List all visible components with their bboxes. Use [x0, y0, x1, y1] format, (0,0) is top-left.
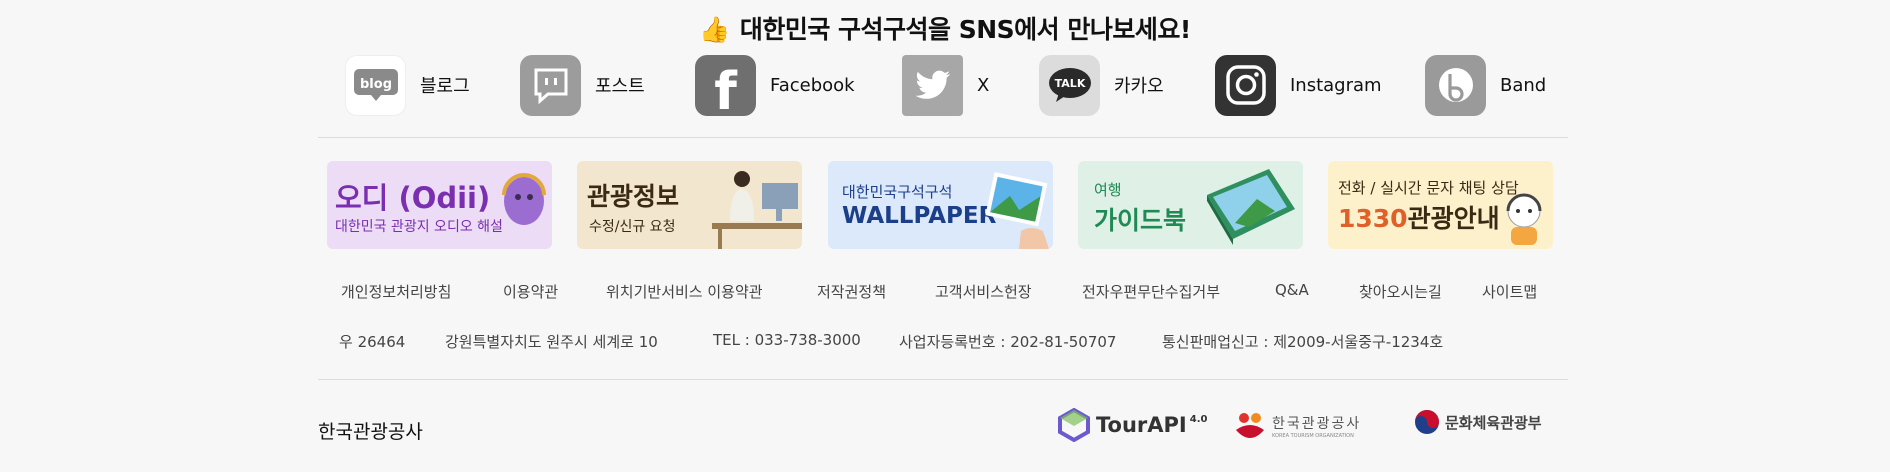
guidebook-illustration: [1207, 169, 1295, 245]
kto-emblem-icon: [1236, 413, 1264, 438]
banner-tour-info[interactable]: 관광정보 수정/신규 요청: [577, 161, 802, 249]
telephone: TEL : 033-738-3000: [713, 331, 861, 349]
link-directions[interactable]: 찾아오시는길: [1359, 281, 1442, 302]
banner-guidebook-subtitle: 가이드북: [1094, 206, 1187, 235]
post-icon: [520, 54, 581, 116]
desk-person-illustration: [712, 171, 802, 249]
link-email-refusal[interactable]: 전자우편무단수집거부: [1082, 281, 1220, 302]
banner-1330-label: 관광안내: [1407, 204, 1500, 233]
banner-guidebook-title: 여행: [1094, 181, 1122, 199]
postcode: 우 26464: [339, 333, 406, 351]
link-privacy[interactable]: 개인정보처리방침: [341, 281, 451, 302]
link-location-terms[interactable]: 위치기반서비스 이용약관: [606, 281, 763, 302]
kto-logo[interactable]: 한국관광공사 KOREA TOURISM ORGANIZATION: [1232, 408, 1361, 444]
wallpaper-photo-illustration: [985, 172, 1049, 249]
tourapi-version: 4.0: [1189, 413, 1208, 425]
svg-text:blog: blog: [360, 77, 392, 92]
banner-wallpaper[interactable]: 대한민국구석구석 WALLPAPER: [828, 161, 1053, 249]
banner-odii[interactable]: 오디 (Odii) 대한민국 관광지 오디오 해설: [327, 161, 552, 249]
kakao-talk-icon: TALK: [1039, 54, 1100, 116]
svg-text:TALK: TALK: [1054, 77, 1085, 90]
sns-band-link[interactable]: Band: [1425, 53, 1546, 117]
banner-tour-info-title: 관광정보: [587, 182, 680, 211]
mascot-headset-icon: [1506, 193, 1542, 245]
kto-name: 한국관광공사: [1272, 416, 1362, 432]
mcst-name: 문화체육관광부: [1445, 413, 1542, 432]
sns-label-instagram: Instagram: [1290, 74, 1382, 96]
mail-order-registration: 통신판매업신고 : 제2009-서울중구-1234호: [1162, 333, 1444, 351]
banner-1330-number: 1330: [1338, 204, 1408, 233]
banner-1330-subtitle: 1330관광안내: [1338, 199, 1500, 235]
sns-heading-text: 대한민국 구석구석을 SNS에서 만나보세요!: [739, 15, 1191, 44]
street-address: 강원특별자치도 원주시 세계로 10: [445, 333, 658, 351]
sns-label-band: Band: [1500, 74, 1547, 96]
banner-1330-title: 전화 / 실시간 문자 채팅 상담: [1338, 179, 1519, 197]
mcst-logo[interactable]: 문화체육관광부: [1413, 408, 1542, 436]
sns-kakao-link[interactable]: TALK 카카오: [1039, 53, 1164, 117]
sns-x-link[interactable]: X: [902, 53, 989, 117]
sns-label-facebook: Facebook: [770, 74, 855, 96]
sns-post-link[interactable]: 포스트: [520, 53, 645, 117]
banner-odii-subtitle: 대한민국 관광지 오디오 해설: [335, 219, 503, 235]
divider-bottom: [318, 379, 1568, 380]
sns-label-kakao: 카카오: [1114, 76, 1164, 97]
sns-heading: 👍 대한민국 구석구석을 SNS에서 만나보세요!: [0, 10, 1890, 46]
taegeuk-icon: [1415, 410, 1439, 434]
divider-top: [318, 137, 1568, 138]
sns-label-blog: 블로그: [420, 76, 470, 97]
sns-blog-link[interactable]: blog 블로그: [345, 53, 470, 117]
link-terms[interactable]: 이용약관: [503, 281, 558, 302]
banner-1330[interactable]: 전화 / 실시간 문자 채팅 상담 1330관광안내: [1328, 161, 1553, 249]
banner-odii-title: 오디 (Odii): [335, 181, 491, 215]
banner-tour-info-subtitle: 수정/신규 요청: [589, 219, 676, 235]
twitter-icon: [902, 54, 963, 116]
sns-instagram-link[interactable]: Instagram: [1215, 53, 1382, 117]
link-copyright[interactable]: 저작권정책: [817, 281, 886, 302]
odii-mascot-icon: [502, 173, 546, 225]
banner-wallpaper-subtitle: WALLPAPER: [842, 203, 997, 229]
link-sitemap[interactable]: 사이트맵: [1482, 281, 1537, 302]
link-qna[interactable]: Q&A: [1275, 281, 1309, 299]
blog-icon: blog: [345, 54, 406, 116]
kto-english-name: KOREA TOURISM ORGANIZATION: [1272, 433, 1354, 439]
tourapi-name: TourAPI: [1096, 413, 1187, 437]
link-service-charter[interactable]: 고객서비스헌장: [935, 281, 1032, 302]
sns-label-post: 포스트: [595, 76, 645, 97]
sns-facebook-link[interactable]: f Facebook: [695, 53, 855, 122]
sns-label-x: X: [977, 74, 990, 96]
tourapi-logo[interactable]: TourAPI 4.0: [1058, 408, 1207, 442]
footer-page: 👍 대한민국 구석구석을 SNS에서 만나보세요! blog 블로그 포스트 f…: [0, 0, 1890, 472]
facebook-icon: f: [695, 54, 756, 122]
tourapi-hexagon-icon: [1058, 408, 1090, 442]
banner-guidebook[interactable]: 여행 가이드북: [1078, 161, 1303, 249]
band-icon: [1425, 54, 1486, 116]
thumbs-up-icon: 👍: [699, 15, 730, 44]
business-number: 사업자등록번호 : 202-81-50707: [899, 333, 1117, 351]
instagram-icon: [1215, 54, 1276, 116]
banner-wallpaper-title: 대한민국구석구석: [842, 183, 953, 201]
organization-name: 한국관광공사: [318, 421, 423, 443]
